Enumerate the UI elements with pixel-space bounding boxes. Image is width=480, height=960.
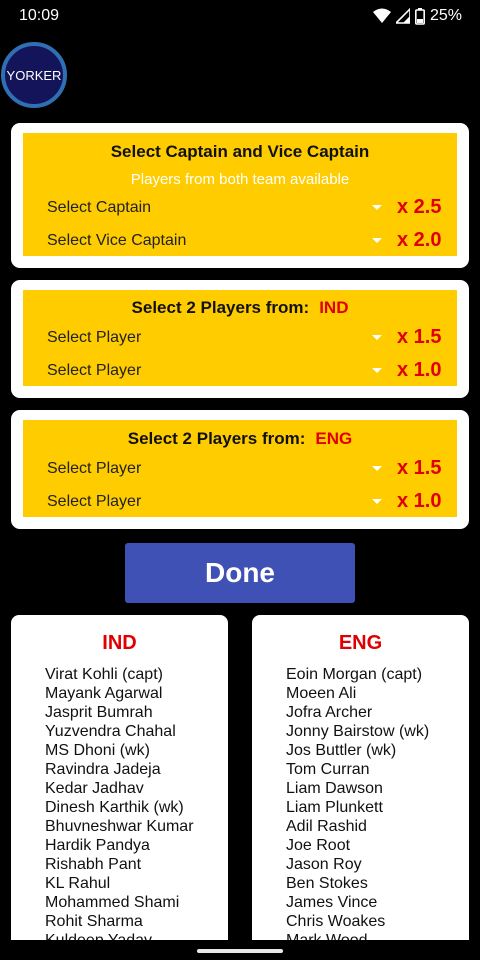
ind-player-list: Virat Kohli (capt) Mayank Agarwal Jaspri…: [45, 665, 194, 950]
team1-player-select-1[interactable]: Select Player x 1.5: [47, 324, 457, 352]
ind-squad-title: IND: [102, 632, 137, 654]
player-name: Liam Plunkett: [286, 799, 383, 816]
team2-player-select-1[interactable]: Select Player x 1.5: [47, 455, 457, 483]
player-name: Jos Buttler (wk): [286, 742, 397, 759]
player-name: Liam Dawson: [286, 780, 383, 797]
captain-multiplier: x 2.5: [397, 196, 442, 218]
dropdown-arrow-icon: [372, 368, 382, 373]
player-name: MS Dhoni (wk): [45, 742, 150, 759]
player-name: Joe Root: [286, 837, 351, 854]
captain-select[interactable]: Select Captain x 2.5: [47, 194, 457, 222]
dropdown-arrow-icon: [372, 205, 382, 210]
player-name: Mohammed Shami: [45, 894, 180, 911]
captain-card-panel: Select Captain and Vice Captain Players …: [23, 133, 457, 256]
team2-card-title: Select 2 Players from: ENG: [23, 429, 457, 449]
player-name: Tom Curran: [286, 761, 370, 778]
player-name: Moeen Ali: [286, 685, 357, 702]
team2-card-panel: Select 2 Players from: ENG Select Player …: [23, 420, 457, 517]
team2-card: Select 2 Players from: ENG Select Player …: [11, 410, 469, 529]
system-nav-bar: [0, 940, 480, 960]
player-select-label: Select Player: [47, 493, 142, 510]
eng-squad-title: ENG: [338, 632, 383, 654]
status-icons: 25%: [372, 7, 462, 25]
captain-card-title: Select Captain and Vice Captain: [110, 142, 370, 161]
wifi-icon: [372, 8, 391, 24]
player-name: Jasprit Bumrah: [45, 704, 153, 721]
dropdown-arrow-icon: [372, 335, 382, 340]
player-multiplier: x 1.0: [397, 490, 442, 512]
player-name: Virat Kohli (capt): [45, 666, 163, 683]
player-name: Adil Rashid: [286, 818, 367, 835]
player-name: Hardik Pandya: [45, 837, 150, 854]
player-name: Ravindra Jadeja: [45, 761, 161, 778]
player-name: Mayank Agarwal: [45, 685, 163, 702]
app-logo[interactable]: YORKER: [1, 42, 67, 108]
team1-card-panel: Select 2 Players from: IND Select Player …: [23, 290, 457, 386]
team2-player-select-2[interactable]: Select Player x 1.0: [47, 488, 457, 516]
dropdown-arrow-icon: [372, 238, 382, 243]
team2-name: ENG: [315, 429, 353, 448]
player-name: Chris Woakes: [286, 913, 386, 930]
player-name: Ben Stokes: [286, 875, 368, 892]
player-name: Jonny Bairstow (wk): [286, 723, 430, 740]
player-multiplier: x 1.5: [397, 457, 442, 479]
status-time: 10:09: [19, 7, 60, 24]
home-gesture-handle[interactable]: [197, 949, 283, 953]
captain-card: Select Captain and Vice Captain Players …: [11, 123, 469, 268]
player-name: Jason Roy: [286, 856, 362, 873]
captain-card-subtitle: Players from both team available: [130, 171, 350, 188]
captain-select-label: Select Captain: [47, 199, 152, 216]
team1-card: Select 2 Players from: IND Select Player …: [11, 280, 469, 398]
team2-title-text: Select 2 Players from:: [127, 429, 306, 448]
player-multiplier: x 1.5: [397, 326, 442, 348]
player-name: Dinesh Karthik (wk): [45, 799, 184, 816]
player-select-label: Select Player: [47, 460, 142, 477]
player-select-label: Select Player: [47, 329, 142, 346]
player-name: Rishabh Pant: [45, 856, 142, 873]
status-bar: 10:09 25%: [0, 0, 480, 34]
player-name: Jofra Archer: [286, 704, 373, 721]
team1-player-select-2[interactable]: Select Player x 1.0: [47, 357, 457, 385]
ind-squad-panel[interactable]: IND Virat Kohli (capt) Mayank Agarwal Ja…: [11, 615, 228, 955]
vice-captain-select-label: Select Vice Captain: [47, 232, 187, 249]
eng-player-list: Eoin Morgan (capt) Moeen Ali Jofra Arche…: [286, 665, 429, 950]
vice-captain-select[interactable]: Select Vice Captain x 2.0: [47, 227, 457, 255]
dropdown-arrow-icon: [372, 466, 382, 471]
vice-captain-multiplier: x 2.0: [397, 229, 442, 251]
player-select-label: Select Player: [47, 362, 142, 379]
player-name: Bhuvneshwar Kumar: [45, 818, 194, 835]
player-name: Kedar Jadhav: [45, 780, 144, 797]
signal-icon: [395, 8, 410, 24]
battery-icon: [414, 7, 425, 25]
eng-squad-panel[interactable]: ENG Eoin Morgan (capt) Moeen Ali Jofra A…: [252, 615, 469, 955]
logo-text: YORKER: [6, 67, 62, 83]
player-name: Yuzvendra Chahal: [45, 723, 176, 740]
team1-card-title: Select 2 Players from: IND: [23, 298, 457, 318]
player-name: KL Rahul: [45, 875, 111, 892]
player-name: Eoin Morgan (capt): [286, 666, 423, 683]
battery-percent: 25%: [429, 7, 462, 24]
team1-title-text: Select 2 Players from:: [131, 298, 310, 317]
player-multiplier: x 1.0: [397, 359, 442, 381]
team1-name: IND: [319, 298, 349, 317]
dropdown-arrow-icon: [372, 499, 382, 504]
done-button[interactable]: Done: [125, 543, 355, 603]
player-name: Rohit Sharma: [45, 913, 143, 930]
player-name: James Vince: [286, 894, 378, 911]
